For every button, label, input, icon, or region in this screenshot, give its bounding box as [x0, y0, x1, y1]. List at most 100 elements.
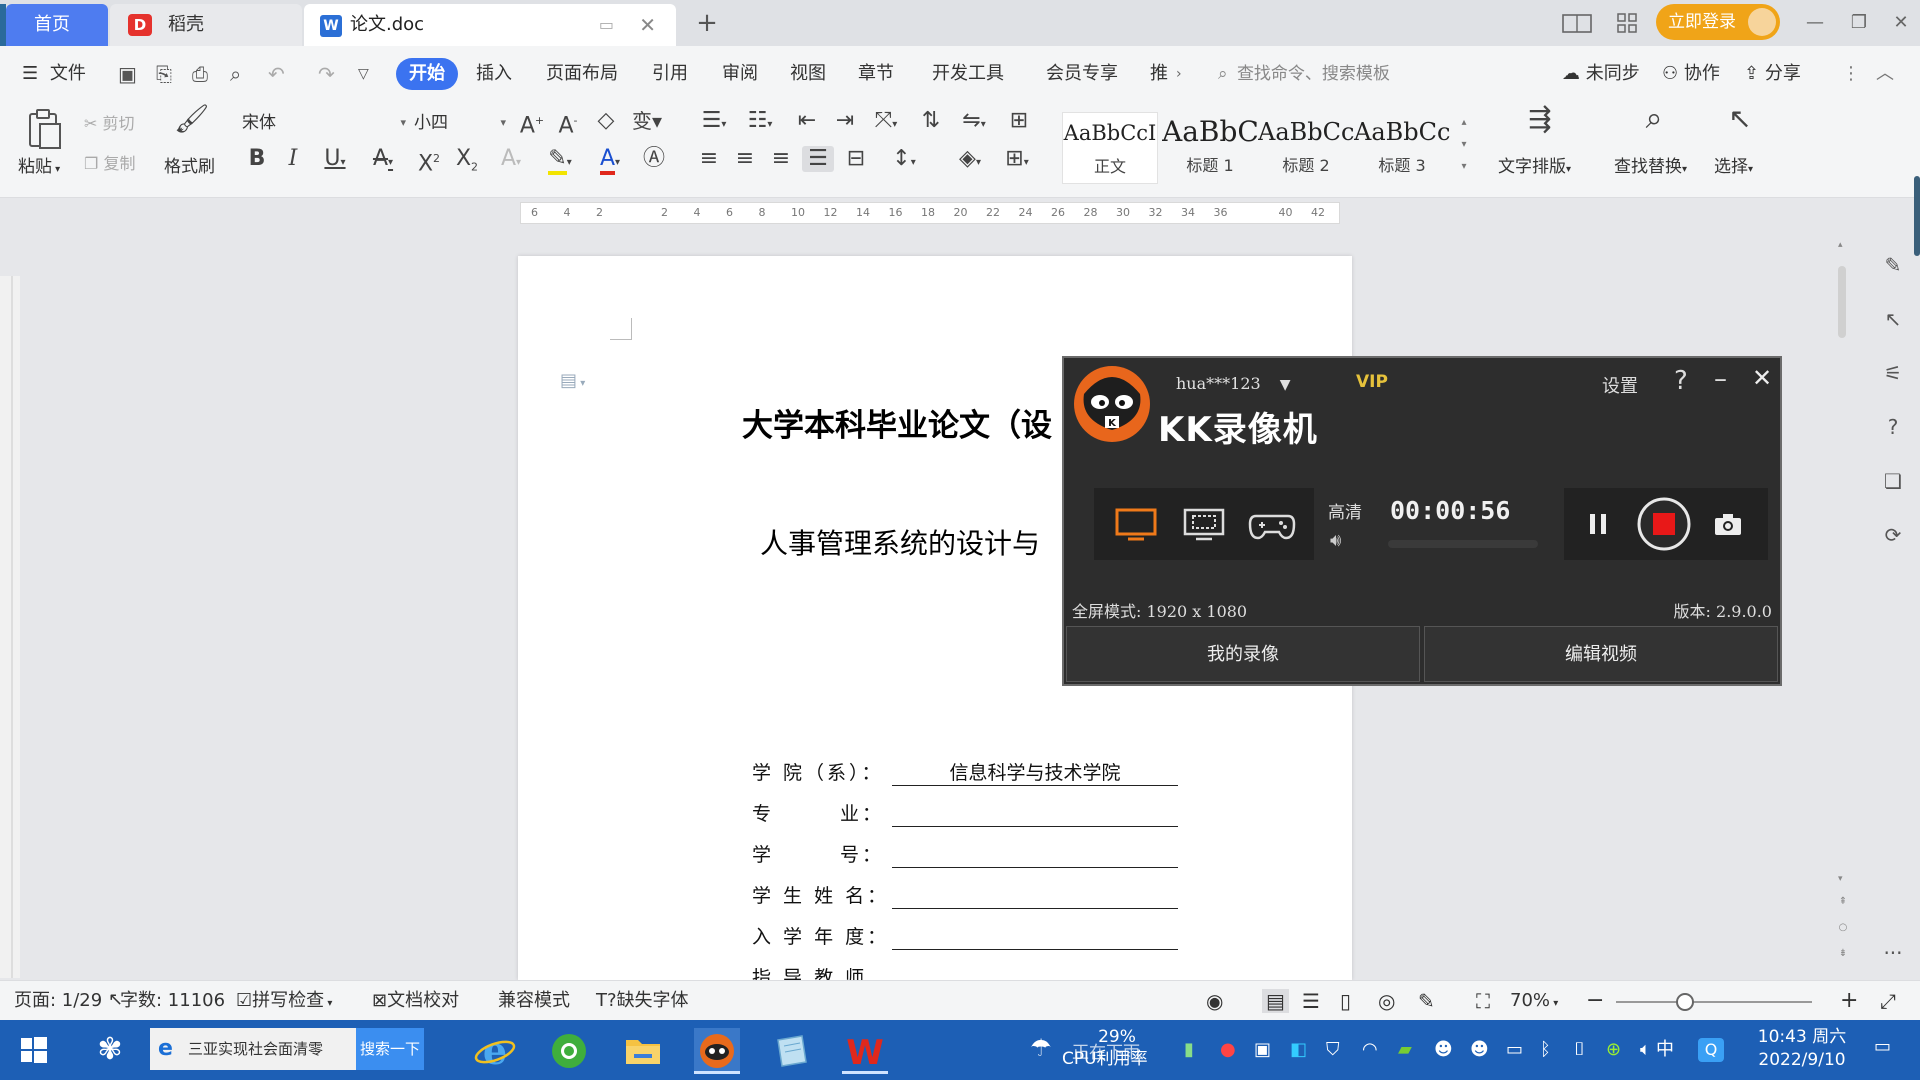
subscript-icon[interactable]: X2: [452, 146, 482, 180]
kk-recorder-task-icon[interactable]: [694, 1028, 740, 1074]
horizontal-ruler[interactable]: 6 4 2 2 4 6 8 10 12 14 16 18 20 22 24 26 28 30 32 34 36 40 42: [520, 202, 1340, 224]
fit-page-icon[interactable]: ⛶: [1476, 989, 1490, 1013]
collapse-ribbon-icon[interactable]: ︿: [1876, 58, 1894, 90]
bluetooth-icon[interactable]: ᛒ: [1540, 1036, 1551, 1064]
find-replace-button[interactable]: 查找替换▾: [1614, 152, 1687, 177]
redo-icon[interactable]: ↷: [318, 58, 335, 90]
find-replace-icon[interactable]: ⌕: [1634, 104, 1674, 134]
notifications-icon[interactable]: ▭: [1874, 1036, 1891, 1057]
form-value[interactable]: [892, 922, 1178, 950]
strikethrough-icon[interactable]: A▾: [364, 146, 402, 176]
share-button[interactable]: ⇪ 分享: [1744, 58, 1801, 90]
game-mode-icon[interactable]: [1248, 506, 1296, 542]
wifi-icon[interactable]: ◠: [1362, 1036, 1378, 1064]
print-preview-icon[interactable]: ⌕: [230, 58, 241, 90]
format-painter-icon[interactable]: 🖌: [174, 105, 210, 133]
tab-document[interactable]: W 论文.doc ▭ ✕: [304, 4, 676, 46]
usb-icon[interactable]: ⌷: [1574, 1036, 1585, 1064]
scrollbar-thumb[interactable]: [1838, 266, 1846, 338]
tray-flag-icon[interactable]: ▮: [1184, 1036, 1194, 1064]
cut-button[interactable]: ✂ 剪切: [84, 110, 135, 134]
tray-360-icon[interactable]: ⊕: [1606, 1036, 1621, 1064]
tray-record-icon[interactable]: ●: [1220, 1036, 1236, 1064]
tab-references[interactable]: 引用: [652, 58, 688, 90]
quick-access-dropdown-icon[interactable]: ▽: [358, 58, 369, 90]
prev-page-icon[interactable]: ⇞: [1836, 896, 1850, 907]
file-explorer-icon[interactable]: [620, 1028, 666, 1074]
italic-icon[interactable]: I: [280, 146, 306, 172]
font-size-select[interactable]: 小四 ▾: [412, 108, 508, 138]
kk-volume-icon[interactable]: 🔊︎: [1330, 530, 1341, 551]
write-mode-icon[interactable]: ✎: [1418, 989, 1435, 1013]
adjust-icon[interactable]: ⚟: [1880, 360, 1906, 386]
tab-page-layout[interactable]: 页面布局: [546, 58, 618, 90]
more-icon[interactable]: ···: [1880, 940, 1906, 966]
justify-icon[interactable]: ☰: [802, 146, 834, 172]
highlight-color-icon[interactable]: ✎▾: [540, 146, 580, 176]
undo-icon[interactable]: ↶: [268, 58, 285, 90]
zoom-out-icon[interactable]: −: [1586, 989, 1604, 1013]
cpu-usage-widget[interactable]: 29% 正在下雨 CPU利用率: [1062, 1026, 1172, 1070]
style-heading-1[interactable]: AaBbC 标题 1: [1162, 112, 1258, 184]
stop-record-button[interactable]: [1636, 496, 1692, 552]
chinese-layout-icon[interactable]: ⤧▾: [866, 108, 906, 138]
windows-start-icon[interactable]: [20, 1036, 48, 1064]
print-icon[interactable]: ⎙: [192, 58, 208, 90]
character-border-icon[interactable]: Ⓐ: [640, 146, 668, 172]
kk-quality-button[interactable]: 高清: [1328, 498, 1362, 523]
ie-browser-icon[interactable]: e: [472, 1028, 518, 1074]
decrease-font-icon[interactable]: A-: [554, 108, 582, 139]
text-effect-icon[interactable]: A▾: [492, 146, 530, 176]
font-color-icon[interactable]: A▾: [590, 146, 630, 176]
fullscreen-icon[interactable]: ⤢: [1880, 989, 1896, 1013]
form-value[interactable]: [892, 799, 1178, 827]
form-value[interactable]: [892, 881, 1178, 909]
sync-icon[interactable]: ⟳: [1880, 522, 1906, 548]
restore-icon[interactable]: ❐: [1842, 6, 1876, 40]
tray-bag-icon[interactable]: ▣: [1254, 1036, 1271, 1064]
edit-video-button[interactable]: 编辑视频: [1424, 626, 1778, 682]
qq-alt-icon[interactable]: ☻: [1470, 1036, 1489, 1064]
select-cursor-icon[interactable]: ↖: [1720, 105, 1760, 133]
fullscreen-mode-icon[interactable]: [1114, 506, 1158, 542]
tab-member-exclusive[interactable]: 会员专享: [1046, 58, 1118, 90]
format-painter-button[interactable]: 格式刷: [164, 152, 215, 177]
pen-icon[interactable]: ✎: [1880, 252, 1906, 278]
tray-nvidia-icon[interactable]: ▰: [1398, 1036, 1412, 1064]
align-right-icon[interactable]: ≡: [766, 146, 796, 172]
clock[interactable]: 10:43 周六 2022/9/10: [1742, 1026, 1862, 1072]
align-center-icon[interactable]: ≡: [730, 146, 760, 172]
zoom-level[interactable]: 70% ▾: [1510, 989, 1558, 1016]
reading-view-icon[interactable]: ▯: [1340, 989, 1351, 1013]
kk-settings-button[interactable]: 设置: [1602, 372, 1638, 398]
numbered-list-icon[interactable]: ☷▾: [740, 108, 780, 138]
bullet-list-icon[interactable]: ☰▾: [694, 108, 734, 138]
missing-font-button[interactable]: T?缺失字体: [596, 989, 689, 1013]
style-normal[interactable]: AaBbCcI 正文: [1062, 112, 1158, 184]
vertical-scrollbar[interactable]: ▴ ▾ ⇞ ○ ⇟: [1836, 226, 1850, 978]
superscript-icon[interactable]: X2: [414, 146, 444, 177]
notepad-app-icon[interactable]: [768, 1028, 814, 1074]
volume-icon[interactable]: 🔈︎: [1640, 1036, 1651, 1064]
tab-insert[interactable]: 插入: [476, 58, 512, 90]
select-button[interactable]: 选择▾: [1714, 152, 1753, 177]
tray-shield-icon[interactable]: ⛉: [1326, 1036, 1340, 1064]
scroll-down-icon[interactable]: ▾: [1838, 874, 1848, 884]
font-name-select[interactable]: 宋体 ▾: [236, 108, 408, 138]
new-tab-button[interactable]: +: [690, 6, 724, 40]
kk-close-icon[interactable]: ✕: [1752, 364, 1772, 392]
web-view-icon[interactable]: ◎: [1378, 989, 1395, 1013]
page-count[interactable]: 页面: 1/29: [14, 989, 102, 1013]
phonetic-guide-icon[interactable]: 变▾: [628, 108, 666, 134]
save-icon[interactable]: ▣: [118, 58, 137, 90]
kk-help-button[interactable]: ?: [1674, 366, 1688, 396]
kk-minimize-icon[interactable]: –: [1714, 364, 1727, 394]
style-heading-2[interactable]: AaBbCc 标题 2: [1258, 112, 1354, 184]
underline-icon[interactable]: U▾: [316, 146, 354, 176]
bold-icon[interactable]: B: [244, 146, 270, 172]
file-menu[interactable]: ☰ 文件: [22, 58, 86, 90]
text-layout-button[interactable]: 文字排版▾: [1498, 152, 1571, 177]
pointer-icon[interactable]: ↖: [1880, 306, 1906, 332]
doc-backup-icon[interactable]: ❏: [1880, 468, 1906, 494]
camera-screenshot-icon[interactable]: [1712, 510, 1744, 538]
